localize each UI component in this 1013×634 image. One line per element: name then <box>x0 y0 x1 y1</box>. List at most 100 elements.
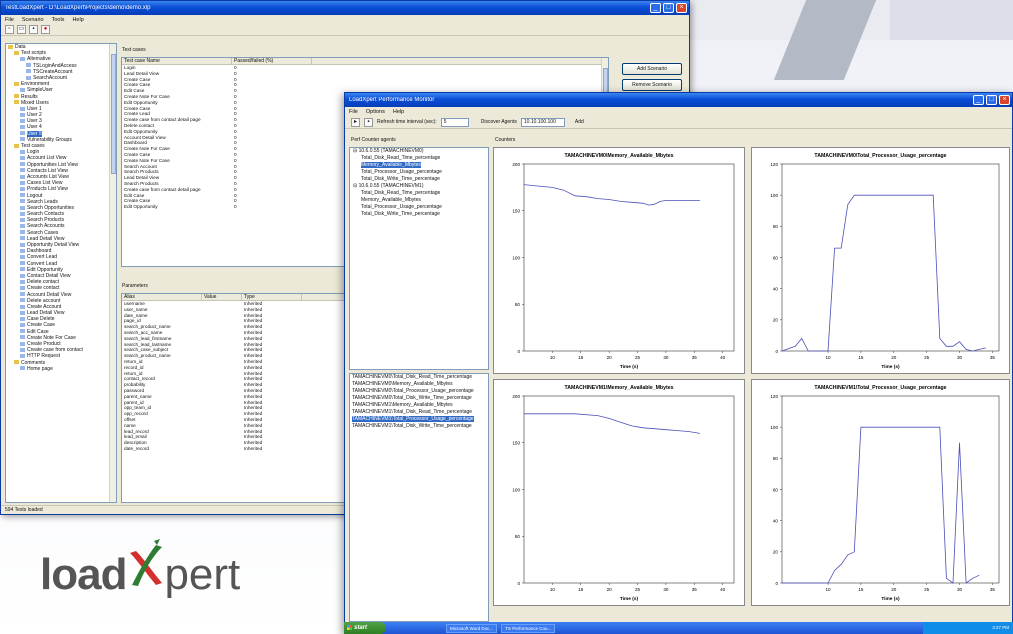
tree-item-label: User 2 <box>27 112 42 119</box>
agent-tree-item[interactable]: Memory_Available_Mbytes <box>350 162 488 169</box>
tree-item-label: Create case from contact <box>27 347 83 354</box>
agent-tree-item[interactable]: ⊟ 10.6.0.55 (TAMACHINEVM0) <box>350 148 488 155</box>
counter-list-item[interactable]: TAMACHINEVM0\Total_Disk_Write_Time_perce… <box>350 395 488 402</box>
tree-item-label: Environment <box>21 81 50 88</box>
y-tick-label: 20 <box>773 318 779 323</box>
tree-item-label: Test cases <box>21 143 45 149</box>
col-value[interactable]: Value <box>202 294 242 300</box>
start-button[interactable]: start <box>344 622 386 634</box>
tree-node-icon <box>20 279 25 284</box>
tree-item-label: Lead Detail View <box>27 235 65 242</box>
discover-agents-button[interactable]: Discover Agents <box>481 119 517 125</box>
tree-item-label: Delete contact <box>27 279 59 286</box>
col-passed[interactable]: Passed/failed (%) <box>232 58 312 64</box>
agents-tree[interactable]: ⊟ 10.6.0.55 (TAMACHINEVM0) Total_Disk_Rea… <box>349 147 489 370</box>
refresh-input[interactable]: 5 <box>440 117 469 127</box>
agent-ip-input[interactable]: 10.10.100.100 <box>520 117 565 127</box>
agent-tree-label: Total_Processor_Usage_percentage <box>361 204 442 210</box>
pm-maximize-button[interactable]: □ <box>986 95 997 105</box>
pm-charts-pane: Counters TAMACHINEVM0\Memory_Available_M… <box>493 137 1010 622</box>
agent-tree-item[interactable]: Total_Disk_Read_Time_percentage <box>350 190 488 197</box>
counter-list-item[interactable]: TAMACHINEVM0\Total_Disk_Read_Time_percen… <box>350 374 488 381</box>
x-tick-label: 20 <box>891 355 897 360</box>
col-name[interactable]: Test case Name <box>122 58 232 64</box>
menu-file[interactable]: File <box>5 17 14 23</box>
tree-node-icon <box>20 329 25 334</box>
y-tick-label: 0 <box>775 581 778 586</box>
tree-item-label: HTTP Request <box>27 353 60 360</box>
col-type[interactable]: Type <box>242 294 302 300</box>
agent-tree-item[interactable]: Total_Disk_Read_Time_percentage <box>350 155 488 162</box>
menu-scenario[interactable]: Scenario <box>22 17 44 23</box>
add-scenario-button[interactable]: Add Scenario <box>622 63 682 75</box>
minimize-button[interactable]: _ <box>650 3 661 13</box>
tree-node-icon <box>20 261 25 266</box>
tree-item-label: SimpleUser <box>27 87 53 94</box>
remove-scenario-button[interactable]: Remove Scenario <box>622 79 682 91</box>
stop-icon[interactable]: ▪ <box>364 117 373 127</box>
agent-tree-item[interactable]: Total_Disk_Write_Time_percentage <box>350 211 488 218</box>
pm-menu-help[interactable]: Help <box>393 109 404 115</box>
x-tick-label: 25 <box>635 587 641 592</box>
taskbar-item-word[interactable]: Microsoft Word Doc... <box>446 623 498 633</box>
open-folder-icon[interactable]: ▭ <box>17 25 26 34</box>
agent-tree-item[interactable]: ⊟ 10.6.0.55 (TAMACHINEVM1) <box>350 183 488 190</box>
pm-title-bar[interactable]: LoadXpert Performance Monitor _ □ × <box>345 93 1012 107</box>
pm-toolbar: ▸ ▪ Refresh time interval (sec): 5 Disco… <box>345 116 1012 129</box>
tree-node-icon <box>20 304 25 309</box>
tree-item-label: Delete account <box>27 297 61 304</box>
menu-tools[interactable]: Tools <box>52 17 65 23</box>
agent-tree-item[interactable]: Total_Disk_Write_Time_percentage <box>350 176 488 183</box>
stop-icon[interactable]: ● <box>41 25 50 34</box>
counter-list-label: TAMACHINEVM1\Total_Processor_Usage_perce… <box>352 416 474 422</box>
counter-list-item[interactable]: TAMACHINEVM1\Total_Processor_Usage_perce… <box>350 416 488 423</box>
pm-menu-file[interactable]: File <box>349 109 358 115</box>
tree-node-icon <box>20 242 25 247</box>
counter-list-item[interactable]: TAMACHINEVM1\Memory_Available_Mbytes <box>350 402 488 409</box>
counter-list-label: TAMACHINEVM0\Total_Processor_Usage_perce… <box>352 388 474 394</box>
play-icon[interactable]: ▸ <box>351 117 360 127</box>
agent-tree-item[interactable]: Memory_Available_Mbytes <box>350 197 488 204</box>
x-tick-label: 30 <box>663 587 669 592</box>
pm-close-button[interactable]: × <box>999 95 1010 105</box>
tree-item-label: Create Note For Case <box>27 334 76 341</box>
chart-title: TAMACHINEVM0\Total_Processor_Usage_perce… <box>814 153 946 159</box>
tree-item-label: Search Opportunities <box>27 204 74 211</box>
counter-list-item[interactable]: TAMACHINEVM0\Memory_Available_Mbytes <box>350 381 488 388</box>
col-alias[interactable]: Alias <box>122 294 202 300</box>
agent-tree-item[interactable]: Total_Processor_Usage_percentage <box>350 204 488 211</box>
taskbar-item-perf[interactable]: TS Performance Cou... <box>501 623 556 633</box>
counters-list[interactable]: TAMACHINEVM0\Total_Disk_Read_Time_percen… <box>349 373 489 622</box>
y-tick-label: 100 <box>512 487 520 492</box>
tree-node-icon <box>20 112 25 117</box>
new-icon[interactable]: ▫ <box>5 25 14 34</box>
save-icon[interactable]: ▪ <box>29 25 38 34</box>
y-tick-label: 40 <box>773 286 779 291</box>
counter-list-item[interactable]: TAMACHINEVM0\Total_Processor_Usage_perce… <box>350 388 488 395</box>
tree-node-icon <box>20 205 25 210</box>
pm-minimize-button[interactable]: _ <box>973 95 984 105</box>
window-title: TestLoadXpert - D:\LoadXpert\Projects\de… <box>5 5 151 11</box>
counter-list-label: TAMACHINEVM1\Total_Disk_Write_Time_perce… <box>352 423 472 429</box>
plot-area <box>781 163 1000 352</box>
parameters-grid[interactable]: Alias Value Type username Inherited user_n… <box>121 293 349 503</box>
table-row[interactable]: date_record Inherited <box>122 446 348 452</box>
tree-scrollbar[interactable] <box>109 44 116 502</box>
maximize-button[interactable]: □ <box>663 3 674 13</box>
y-tick-label: 20 <box>773 550 779 555</box>
tree-item-label: Lead Detail View <box>27 310 65 317</box>
add-agent-button[interactable]: Add <box>575 119 584 125</box>
x-tick-label: 10 <box>825 355 831 360</box>
title-bar[interactable]: TestLoadXpert - D:\LoadXpert\Projects\de… <box>1 1 689 15</box>
menu-help[interactable]: Help <box>72 17 83 23</box>
agent-tree-item[interactable]: Total_Processor_Usage_percentage <box>350 169 488 176</box>
counter-list-item[interactable]: TAMACHINEVM1\Total_Disk_Write_Time_perce… <box>350 423 488 430</box>
project-tree[interactable]: Data Test scripts Alternative TSLoginAndAcc… <box>5 43 117 503</box>
tree-item-label: TSLoginAndAccess <box>33 62 77 69</box>
tree-node-icon <box>20 335 25 340</box>
counter-list-item[interactable]: TAMACHINEVM1\Total_Disk_Read_Time_percen… <box>350 409 488 416</box>
tree-item[interactable]: Home page <box>6 366 116 372</box>
pm-menu-options[interactable]: Options <box>366 109 385 115</box>
chart-processor-vm1: TAMACHINEVM1\Total_Processor_Usage_perce… <box>770 385 1000 602</box>
close-button[interactable]: × <box>676 3 687 13</box>
